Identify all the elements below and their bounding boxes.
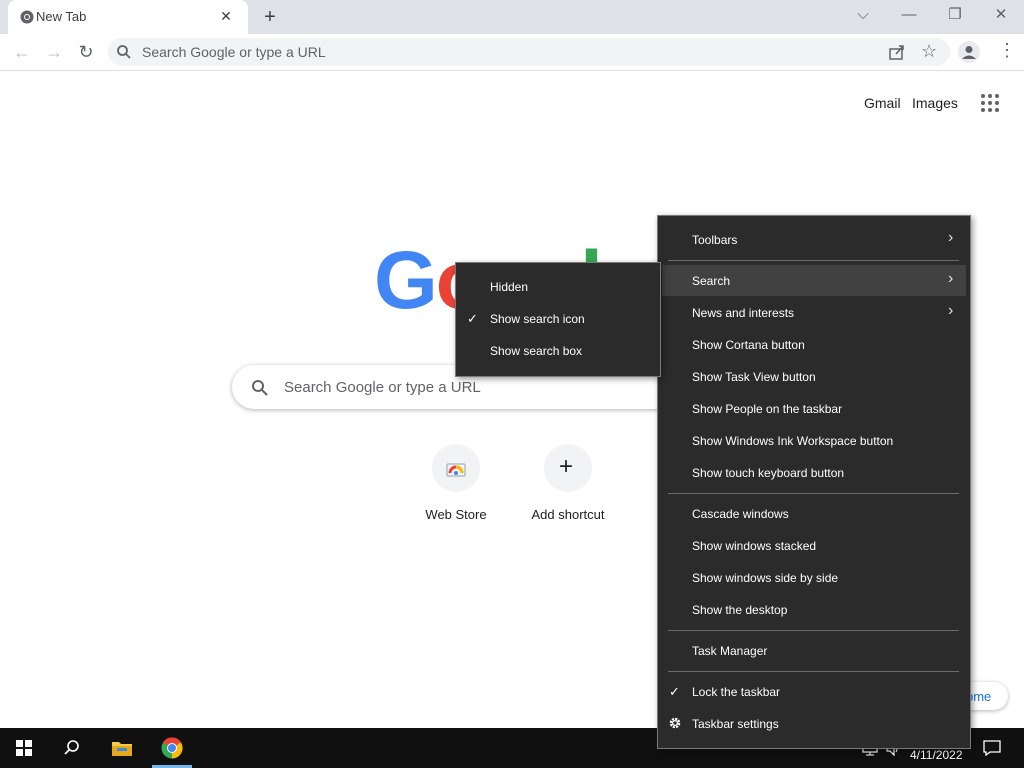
menu-item-lock-taskbar[interactable]: Lock the taskbar — [692, 685, 780, 699]
menu-item-windows-side-by-side[interactable]: Show windows side by side — [692, 571, 838, 585]
profile-avatar-icon[interactable] — [958, 41, 980, 63]
action-center-icon[interactable] — [983, 740, 1001, 757]
menu-divider — [668, 671, 959, 672]
menu-item-task-manager[interactable]: Task Manager — [692, 644, 767, 658]
address-bar-placeholder: Search Google or type a URL — [142, 44, 326, 60]
chevron-right-icon: › — [948, 270, 954, 287]
windows-start-icon[interactable] — [16, 740, 32, 756]
file-explorer-icon[interactable] — [111, 739, 133, 757]
back-arrow-icon[interactable]: ← — [10, 40, 34, 64]
google-apps-icon[interactable] — [980, 93, 1000, 113]
shortcut-label: Add shortcut — [531, 507, 605, 522]
forward-arrow-icon[interactable]: → — [42, 40, 66, 64]
menu-item-show-ink-workspace[interactable]: Show Windows Ink Workspace button — [692, 434, 893, 448]
menu-item-news-and-interests[interactable]: News and interests — [692, 306, 794, 320]
menu-item-show-cortana[interactable]: Show Cortana button — [692, 338, 805, 352]
ntp-search-placeholder: Search Google or type a URL — [284, 379, 481, 396]
menu-item-windows-stacked[interactable]: Show windows stacked — [692, 539, 816, 553]
search-icon — [116, 44, 132, 60]
menu-item-search[interactable]: Search — [692, 274, 730, 288]
menu-divider — [668, 493, 959, 494]
checkmark-icon: ✓ — [467, 311, 478, 326]
chrome-menu-icon[interactable]: ⋮ — [998, 40, 1016, 61]
chevron-right-icon: › — [948, 302, 954, 319]
reload-icon[interactable]: ↻ — [74, 40, 98, 64]
chrome-tab-icon — [20, 10, 34, 24]
plus-icon: + — [559, 453, 574, 480]
tab-title: New Tab — [36, 9, 87, 24]
submenu-item-show-search-icon[interactable]: Show search icon — [490, 312, 585, 326]
images-link[interactable]: Images — [912, 95, 958, 111]
restore-button[interactable]: ❐ — [932, 0, 978, 32]
menu-item-cascade-windows[interactable]: Cascade windows — [692, 507, 789, 521]
menu-item-toolbars[interactable]: Toolbars — [692, 233, 737, 247]
tab-search-dropdown-icon[interactable]: ⌵ — [840, 0, 886, 32]
taskbar-date[interactable]: 4/11/2022 — [910, 748, 963, 762]
gmail-link[interactable]: Gmail — [864, 95, 901, 111]
menu-item-taskbar-settings[interactable]: Taskbar settings — [692, 717, 779, 731]
menu-item-show-task-view[interactable]: Show Task View button — [692, 370, 816, 384]
new-tab-button[interactable]: + — [258, 5, 282, 29]
bookmark-star-icon[interactable]: ☆ — [921, 41, 937, 62]
search-icon — [251, 379, 269, 397]
chrome-taskbar-icon[interactable] — [161, 737, 183, 759]
submenu-item-hidden[interactable]: Hidden — [490, 280, 528, 294]
menu-divider — [668, 260, 959, 261]
minimize-button[interactable]: — — [886, 0, 932, 32]
menu-item-show-desktop[interactable]: Show the desktop — [692, 603, 787, 617]
menu-item-show-touch-keyboard[interactable]: Show touch keyboard button — [692, 466, 844, 480]
tab-close-icon[interactable]: ✕ — [216, 6, 236, 26]
shortcut-label: Web Store — [425, 507, 487, 522]
chevron-right-icon: › — [948, 229, 954, 246]
menu-divider — [668, 630, 959, 631]
web-store-icon — [446, 461, 466, 477]
taskbar-search-icon[interactable] — [63, 739, 81, 757]
gear-icon — [668, 716, 682, 730]
menu-item-show-people[interactable]: Show People on the taskbar — [692, 402, 842, 416]
checkmark-icon: ✓ — [669, 684, 680, 699]
share-icon[interactable] — [888, 43, 906, 61]
close-window-button[interactable]: ✕ — [978, 0, 1024, 32]
submenu-item-show-search-box[interactable]: Show search box — [490, 344, 582, 358]
